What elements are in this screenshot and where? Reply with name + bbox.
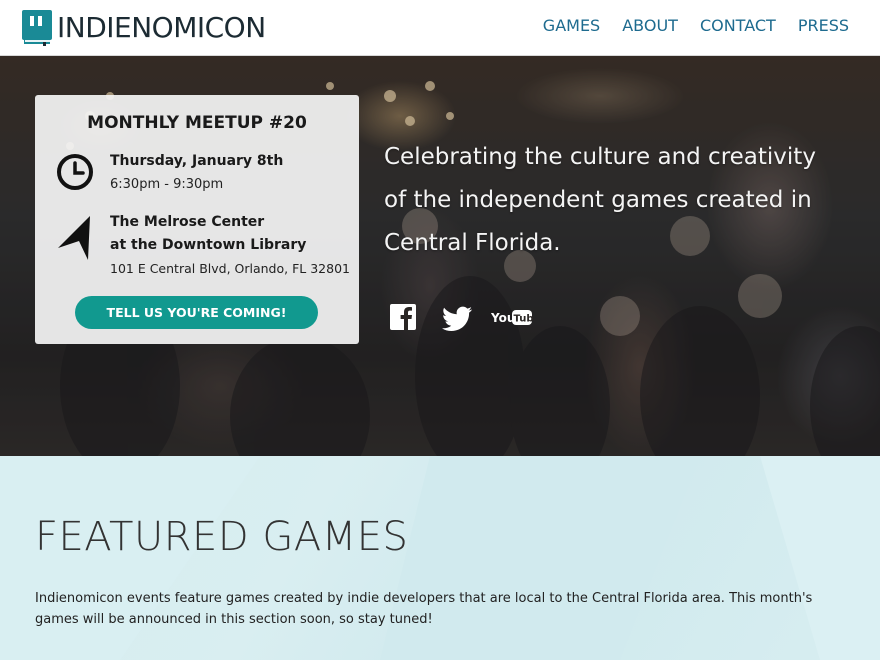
nav-press[interactable]: PRESS — [798, 15, 849, 37]
facebook-icon[interactable] — [389, 300, 417, 334]
hero-banner: MONTHLY MEETUP #20 Thursday, January 8th… — [0, 56, 880, 456]
meetup-date: Thursday, January 8th — [110, 153, 284, 169]
book-logo-icon — [22, 10, 52, 46]
site-logo[interactable]: INDIENOMICON — [22, 10, 266, 46]
nav-contact[interactable]: CONTACT — [700, 15, 776, 37]
meetup-card: MONTHLY MEETUP #20 Thursday, January 8th… — [35, 95, 359, 344]
venue-address: 101 E Central Blvd, Orlando, FL 32801 — [110, 261, 350, 276]
site-header: INDIENOMICON GAMES ABOUT CONTACT PRESS — [0, 0, 880, 56]
venue-subtitle: at the Downtown Library — [110, 237, 307, 253]
twitter-icon[interactable] — [440, 300, 474, 334]
nav-about[interactable]: ABOUT — [622, 15, 678, 37]
main-nav: GAMES ABOUT CONTACT PRESS — [521, 15, 849, 37]
featured-title: FEATURED GAMES — [35, 514, 409, 560]
meetup-title: MONTHLY MEETUP #20 — [87, 113, 307, 133]
meetup-time: 6:30pm - 9:30pm — [110, 177, 224, 192]
youtube-label-you: You — [491, 311, 515, 325]
nav-games[interactable]: GAMES — [543, 15, 600, 37]
logo-text: INDIENOMICON — [57, 11, 266, 44]
venue-name: The Melrose Center — [110, 214, 265, 230]
featured-games-section: FEATURED GAMES Indienomicon events featu… — [0, 456, 880, 660]
clock-icon — [57, 154, 93, 190]
rsvp-button[interactable]: TELL US YOU'RE COMING! — [75, 296, 318, 329]
location-arrow-icon — [58, 216, 90, 260]
youtube-icon[interactable]: You Tube — [491, 300, 533, 334]
featured-description: Indienomicon events feature games create… — [35, 591, 813, 627]
hero-tagline: Celebrating the culture and creativity o… — [384, 144, 816, 256]
youtube-label-tube: Tube — [514, 314, 534, 325]
